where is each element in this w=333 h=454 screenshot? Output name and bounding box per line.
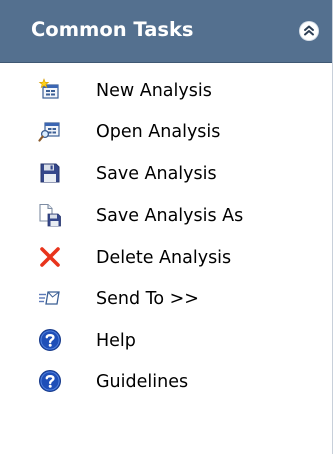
task-save-analysis-as[interactable]: Save Analysis As (0, 197, 332, 235)
task-label: Save Analysis As (96, 206, 244, 226)
task-save-analysis[interactable]: Save Analysis (0, 155, 332, 193)
task-label: New Analysis (96, 81, 212, 101)
save-as-icon (38, 203, 62, 227)
double-chevron-up-icon[interactable] (300, 22, 318, 40)
send-to-icon (38, 286, 62, 310)
save-icon (38, 161, 62, 185)
common-tasks-panel: Common Tasks New Analysis Open Analysis … (0, 0, 333, 454)
task-label: Send To >> (96, 289, 199, 309)
task-send-to[interactable]: Send To >> (0, 280, 332, 318)
task-label: Save Analysis (96, 164, 217, 184)
guidelines-icon (38, 369, 62, 393)
task-label: Guidelines (96, 372, 189, 392)
panel-title: Common Tasks (31, 18, 194, 41)
new-analysis-icon (38, 78, 62, 102)
delete-icon (38, 245, 62, 269)
task-help[interactable]: Help (0, 322, 332, 360)
task-label: Help (96, 331, 136, 351)
task-label: Open Analysis (96, 122, 221, 142)
task-new-analysis[interactable]: New Analysis (0, 72, 332, 110)
panel-header[interactable]: Common Tasks (0, 0, 332, 63)
task-delete-analysis[interactable]: Delete Analysis (0, 239, 332, 277)
task-open-analysis[interactable]: Open Analysis (0, 113, 332, 151)
task-label: Delete Analysis (96, 248, 232, 268)
help-icon (38, 328, 62, 352)
task-guidelines[interactable]: Guidelines (0, 363, 332, 401)
open-analysis-icon (38, 119, 62, 143)
